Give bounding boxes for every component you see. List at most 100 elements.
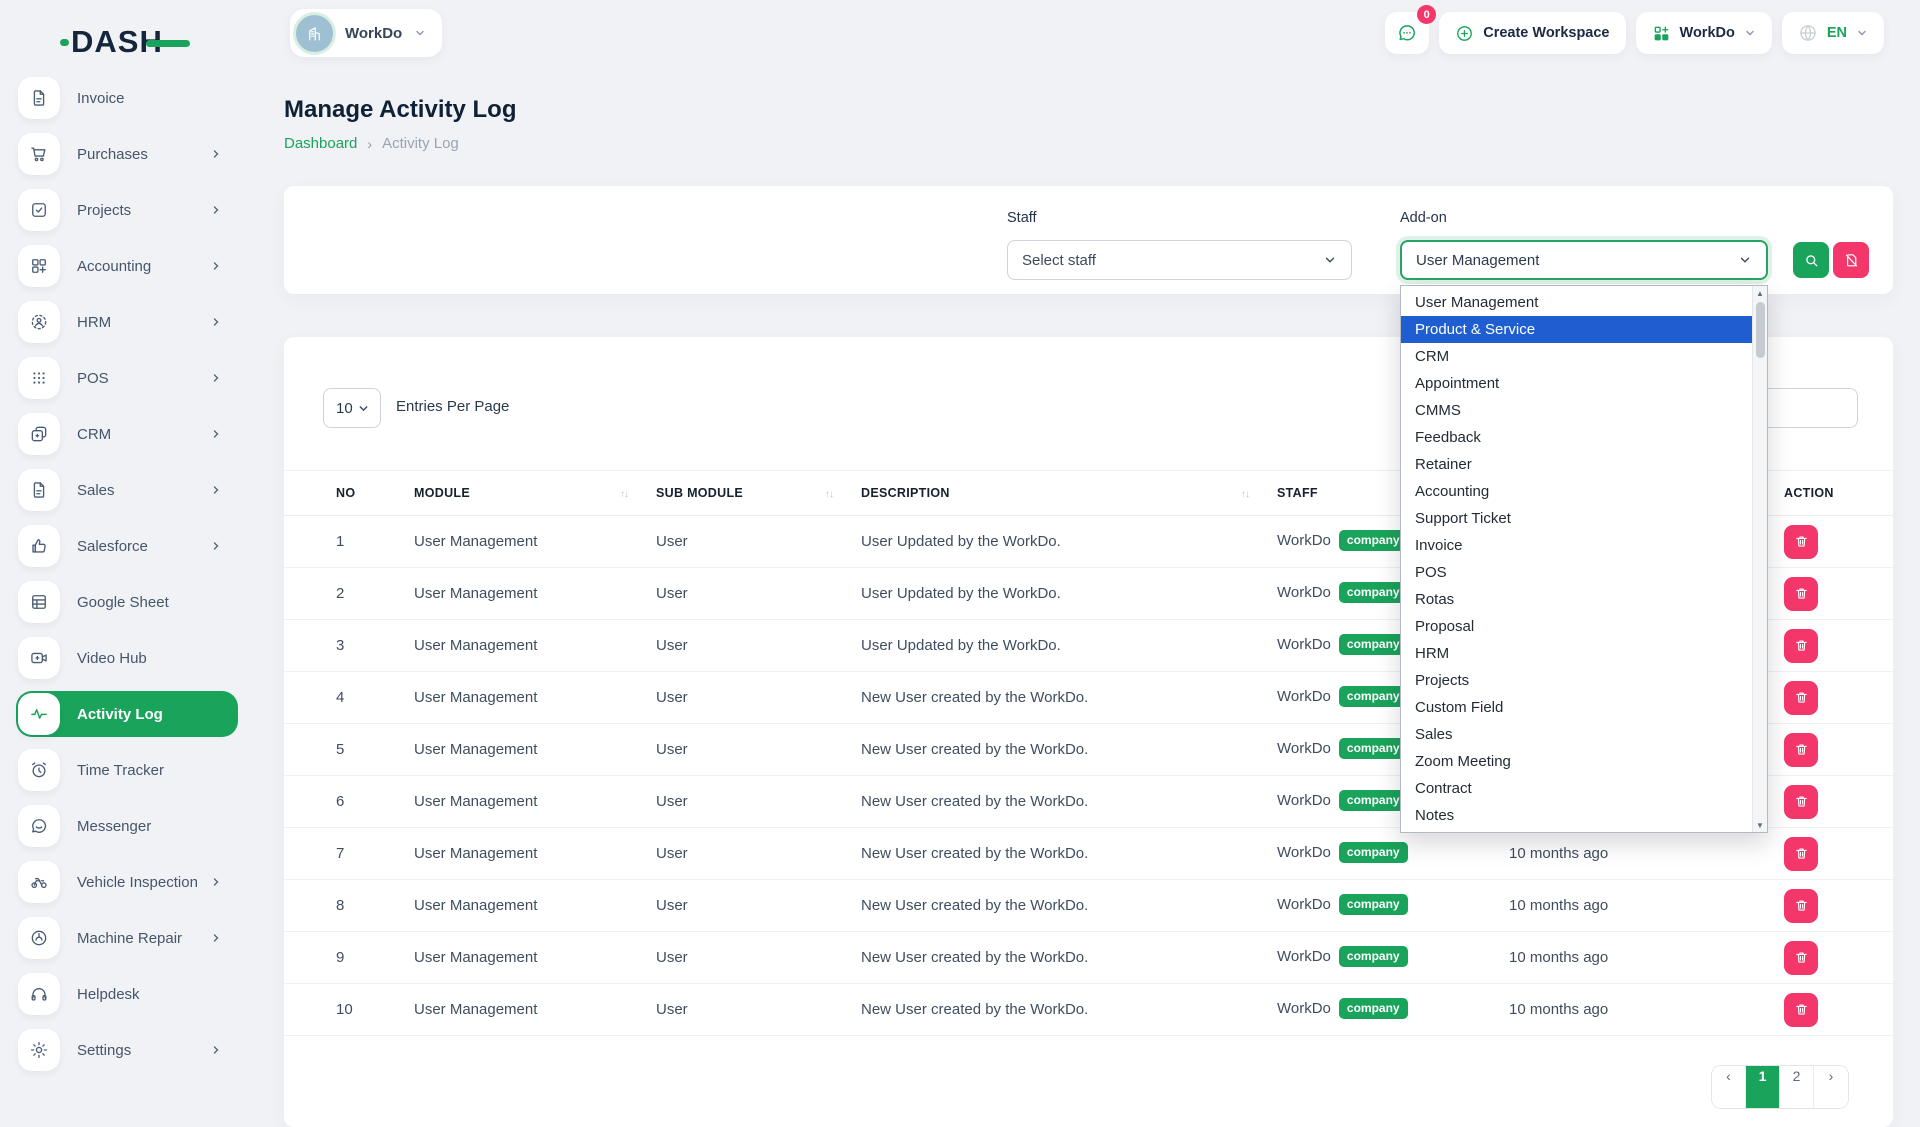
sidebar-item-invoice[interactable]: Invoice	[16, 75, 238, 121]
delete-button[interactable]	[1784, 629, 1818, 663]
delete-button[interactable]	[1784, 889, 1818, 923]
addon-option[interactable]: Notes	[1401, 802, 1752, 829]
sidebar-item-time-tracker[interactable]: Time Tracker	[16, 747, 238, 793]
scrollbar-thumb[interactable]	[1756, 302, 1765, 358]
sales-icon	[18, 469, 60, 511]
workdo-menu-button[interactable]: WorkDo	[1636, 12, 1772, 54]
addon-option[interactable]: Accounting	[1401, 478, 1752, 505]
cell-description: User Updated by the WorkDo.	[849, 516, 1265, 568]
cell-action	[1772, 516, 1893, 568]
sort-icon[interactable]: ↑↓	[1241, 489, 1249, 500]
addon-option[interactable]: CMMS	[1401, 397, 1752, 424]
addon-option[interactable]: Zoom Meeting	[1401, 748, 1752, 775]
addon-option[interactable]: Custom Field	[1401, 694, 1752, 721]
cell-description: New User created by the WorkDo.	[849, 932, 1265, 984]
addon-select[interactable]: User Management	[1400, 240, 1768, 280]
sidebar-item-machine-repair[interactable]: Machine Repair	[16, 915, 238, 961]
sidebar-item-messenger[interactable]: Messenger	[16, 803, 238, 849]
workspace-switcher[interactable]: WorkDo	[290, 9, 442, 57]
language-selector[interactable]: EN	[1782, 12, 1884, 54]
delete-button[interactable]	[1784, 785, 1818, 819]
sidebar-item-activity-log[interactable]: Activity Log	[16, 691, 238, 737]
table-row: 8 User Management User New User created …	[284, 880, 1893, 932]
delete-button[interactable]	[1784, 837, 1818, 871]
chevron-right-icon	[210, 428, 222, 440]
sidebar-item-helpdesk[interactable]: Helpdesk	[16, 971, 238, 1017]
cell-description: New User created by the WorkDo.	[849, 880, 1265, 932]
addon-option[interactable]: Projects	[1401, 667, 1752, 694]
sort-icon[interactable]: ↑↓	[825, 489, 833, 500]
sidebar-item-projects[interactable]: Projects	[16, 187, 238, 233]
cell-no: 7	[284, 828, 402, 880]
projects-icon	[18, 189, 60, 231]
cell-sub-module: User	[644, 880, 849, 932]
addon-option[interactable]: Rotas	[1401, 586, 1752, 613]
sidebar-item-hrm[interactable]: HRM	[16, 299, 238, 345]
delete-button[interactable]	[1784, 941, 1818, 975]
sidebar-item-pos[interactable]: POS	[16, 355, 238, 401]
sidebar-item-purchases[interactable]: Purchases	[16, 131, 238, 177]
breadcrumb-dashboard-link[interactable]: Dashboard	[284, 135, 357, 152]
addon-option[interactable]: Support Ticket	[1401, 505, 1752, 532]
scroll-down-icon[interactable]: ▼	[1756, 818, 1764, 832]
addon-option[interactable]: Invoice	[1401, 532, 1752, 559]
breadcrumb-current: Activity Log	[382, 135, 459, 152]
company-badge: company	[1339, 582, 1408, 603]
sidebar-item-accounting[interactable]: Accounting	[16, 243, 238, 289]
cell-description: New User created by the WorkDo.	[849, 828, 1265, 880]
apply-filter-button[interactable]	[1793, 242, 1829, 278]
cell-module: User Management	[402, 568, 644, 620]
sort-icon[interactable]: ↑↓	[620, 489, 628, 500]
machine-gauge-icon	[18, 917, 60, 959]
cell-action	[1772, 620, 1893, 672]
reset-filter-button[interactable]	[1833, 242, 1869, 278]
app-logo[interactable]: DASH	[60, 24, 248, 60]
company-badge: company	[1339, 998, 1408, 1019]
delete-button[interactable]	[1784, 993, 1818, 1027]
addon-option[interactable]: User Management	[1401, 289, 1752, 316]
dropdown-scrollbar[interactable]: ▲ ▼	[1752, 286, 1767, 832]
messages-button[interactable]: 0	[1385, 12, 1429, 54]
addon-option[interactable]: Feedback	[1401, 424, 1752, 451]
addon-option[interactable]: CRM	[1401, 343, 1752, 370]
delete-button[interactable]	[1784, 577, 1818, 611]
sidebar-item-crm[interactable]: CRM	[16, 411, 238, 457]
pagination-prev[interactable]: ‹	[1712, 1066, 1746, 1108]
pagination: ‹ 1 2 ›	[1711, 1065, 1849, 1109]
cell-action	[1772, 672, 1893, 724]
addon-option[interactable]: HRM	[1401, 640, 1752, 667]
sidebar-item-settings[interactable]: Settings	[16, 1027, 238, 1073]
sidebar-item-salesforce[interactable]: Salesforce	[16, 523, 238, 569]
scroll-up-icon[interactable]: ▲	[1756, 286, 1764, 300]
table-row: 10 User Management User New User created…	[284, 984, 1893, 1036]
addon-option[interactable]: Retainer	[1401, 451, 1752, 478]
staff-select[interactable]: Select staff	[1007, 240, 1352, 280]
trash-icon	[1794, 794, 1809, 809]
entries-per-page-select[interactable]: 10	[323, 388, 381, 428]
create-workspace-button[interactable]: Create Workspace	[1439, 12, 1625, 54]
pagination-next[interactable]: ›	[1814, 1066, 1848, 1108]
chevron-down-icon	[1738, 253, 1752, 267]
cell-no: 2	[284, 568, 402, 620]
delete-button[interactable]	[1784, 733, 1818, 767]
addon-option[interactable]: Contract	[1401, 775, 1752, 802]
cell-no: 3	[284, 620, 402, 672]
addon-option[interactable]: Proposal	[1401, 613, 1752, 640]
trash-icon	[1794, 534, 1809, 549]
delete-button[interactable]	[1784, 681, 1818, 715]
cell-module: User Management	[402, 776, 644, 828]
pagination-page-2[interactable]: 2	[1780, 1066, 1814, 1108]
chevron-right-icon	[210, 540, 222, 552]
addon-option[interactable]: POS	[1401, 559, 1752, 586]
addon-option[interactable]: Sales	[1401, 721, 1752, 748]
sidebar-item-google-sheet[interactable]: Google Sheet	[16, 579, 238, 625]
sidebar-item-sales[interactable]: Sales	[16, 467, 238, 513]
sidebar-item-vehicle-inspection[interactable]: Vehicle Inspection	[16, 859, 238, 905]
delete-button[interactable]	[1784, 525, 1818, 559]
sidebar-item-video-hub[interactable]: Video Hub	[16, 635, 238, 681]
column-action: ACTION	[1772, 471, 1893, 516]
pagination-page-1[interactable]: 1	[1746, 1066, 1780, 1108]
addon-option[interactable]: Product & Service	[1401, 316, 1752, 343]
addon-option[interactable]: Appointment	[1401, 370, 1752, 397]
trash-icon	[1794, 950, 1809, 965]
